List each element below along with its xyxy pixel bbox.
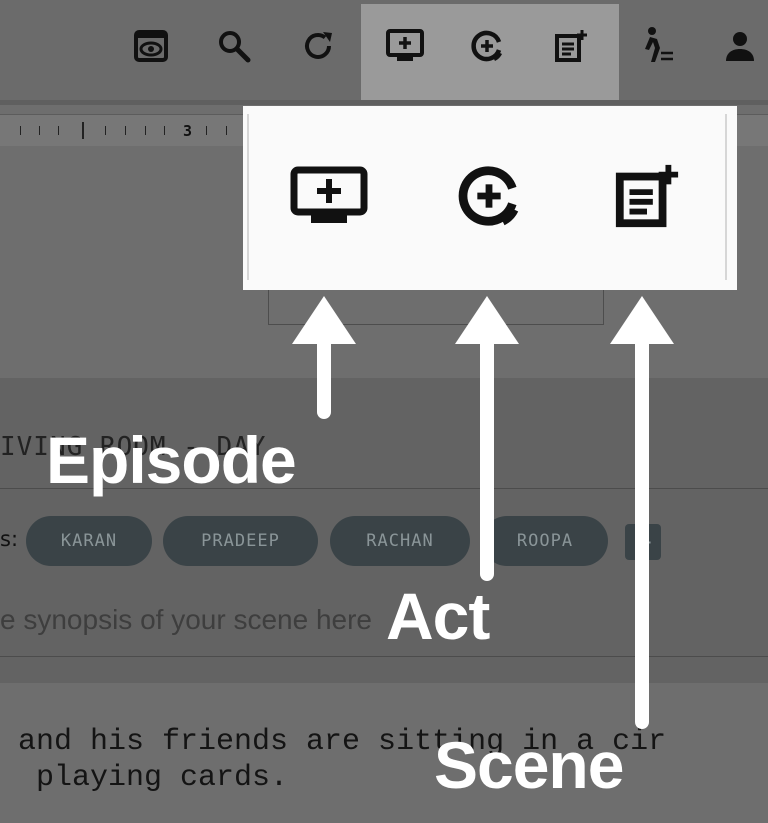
character-list-icon — [645, 27, 673, 62]
ruler-tick — [39, 126, 40, 135]
add-scene-icon — [555, 30, 587, 62]
ruler-tick — [20, 126, 21, 135]
act-callout: Act — [386, 579, 490, 653]
divider — [0, 656, 768, 657]
synopsis-input[interactable]: e synopsis of your scene here — [0, 604, 372, 636]
ruler-tick — [82, 122, 84, 139]
character-chip-rachan[interactable]: RACHAN — [330, 516, 470, 566]
popup-separator — [247, 114, 249, 280]
toolbar-add-episode-button[interactable] — [385, 26, 425, 66]
ruler-tick — [145, 126, 146, 135]
toolbar-divider — [0, 100, 768, 105]
preview-button[interactable] — [131, 26, 171, 66]
add-scene-icon — [615, 164, 679, 228]
search-icon — [219, 31, 251, 63]
ruler-number: 3 — [183, 122, 193, 140]
character-chip-pradeep[interactable]: PRADEEP — [163, 516, 318, 566]
toolbar — [0, 0, 768, 100]
add-act-icon — [471, 30, 503, 62]
toolbar-add-act-button[interactable] — [467, 26, 507, 66]
ruler-tick — [125, 126, 126, 135]
scene-callout: Scene — [434, 728, 624, 802]
search-button[interactable] — [214, 26, 254, 66]
character-list-button[interactable] — [637, 26, 677, 66]
refresh-icon — [305, 32, 332, 59]
add-episode-icon — [290, 166, 368, 223]
character-chip-roopa[interactable]: ROOPA — [482, 516, 608, 566]
add-episode-icon — [386, 29, 424, 61]
account-icon — [726, 32, 754, 61]
ruler-tick — [206, 126, 207, 135]
add-act-button[interactable] — [439, 146, 539, 246]
ruler-tick — [105, 126, 106, 135]
add-act-icon — [458, 166, 519, 226]
add-menu-zoom — [243, 106, 737, 290]
account-button[interactable] — [720, 26, 760, 66]
add-episode-button[interactable] — [279, 146, 379, 246]
preview-icon — [134, 30, 168, 62]
ruler-tick — [58, 126, 59, 135]
characters-label: s: — [0, 527, 19, 551]
ruler-tick — [226, 126, 227, 135]
action-line: playing cards. — [0, 761, 289, 795]
add-character-button[interactable]: + — [625, 524, 661, 560]
ruler-tick — [164, 126, 165, 135]
episode-callout: Episode — [46, 423, 297, 497]
toolbar-add-scene-button[interactable] — [551, 26, 591, 66]
refresh-button[interactable] — [298, 26, 338, 66]
popup-separator — [725, 114, 727, 280]
add-scene-button[interactable] — [597, 146, 697, 246]
character-chip-karan[interactable]: KARAN — [26, 516, 152, 566]
